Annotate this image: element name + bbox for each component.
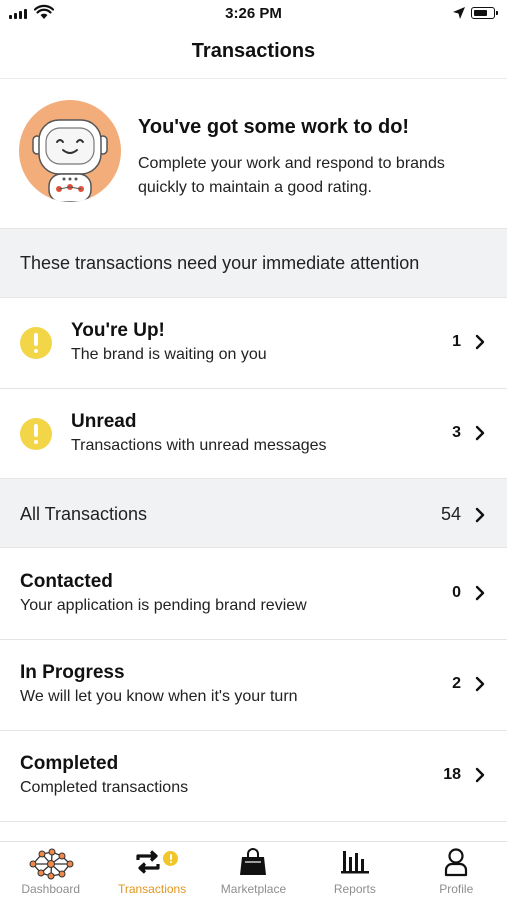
tab-label: Profile <box>439 882 474 896</box>
row-subtitle: We will let you know when it's your turn <box>20 688 298 705</box>
tab-marketplace[interactable]: Marketplace <box>203 842 304 900</box>
row-count: 3 <box>452 424 461 441</box>
chevron-right-icon <box>475 507 485 523</box>
chevron-right-icon <box>475 425 485 441</box>
all-transactions-count: 54 <box>440 504 461 524</box>
person-icon <box>445 848 468 877</box>
warning-icon <box>20 327 52 359</box>
warning-icon <box>20 418 52 450</box>
row-subtitle: Transactions with unread messages <box>71 437 327 454</box>
row-subtitle: The brand is waiting on you <box>71 346 267 363</box>
bar-chart-icon <box>340 851 369 874</box>
chevron-right-icon <box>475 334 485 350</box>
chevron-right-icon <box>475 767 485 783</box>
list-item-completed[interactable]: Completed Completed transactions 18 <box>0 731 507 822</box>
transfer-icon <box>136 850 160 874</box>
tab-reports[interactable]: Reports <box>304 842 405 900</box>
row-title: Unread <box>71 411 137 432</box>
chevron-right-icon <box>475 676 485 692</box>
warning-badge-icon <box>163 851 179 866</box>
row-count: 0 <box>452 584 461 601</box>
row-count: 2 <box>452 675 461 692</box>
network-icon <box>29 848 74 880</box>
list-item-contacted[interactable]: Contacted Your application is pending br… <box>0 549 507 640</box>
attention-section-header: These transactions need your immediate a… <box>0 228 507 298</box>
tab-transactions[interactable]: Transactions <box>101 842 202 900</box>
tab-bar: Dashboard Transactions Marketplace Repor… <box>0 841 507 900</box>
list-item-in-progress[interactable]: In Progress We will let you know when it… <box>0 640 507 731</box>
row-count: 18 <box>443 766 461 783</box>
row-subtitle: Completed transactions <box>20 779 189 796</box>
all-transactions-label: All Transactions <box>20 504 148 524</box>
robot-avatar <box>19 100 121 202</box>
tab-label: Marketplace <box>220 882 287 896</box>
location-arrow-icon <box>453 7 465 19</box>
tab-label: Transactions <box>117 882 187 896</box>
page-title: Transactions <box>191 40 316 62</box>
tab-dashboard[interactable]: Dashboard <box>0 842 101 900</box>
row-count: 1 <box>452 333 461 350</box>
status-time: 3:26 PM <box>225 5 282 22</box>
hero-banner: You've got some work to do! Complete you… <box>0 79 507 228</box>
status-bar: 3:26 PM <box>0 0 507 28</box>
battery-icon <box>471 7 498 19</box>
tab-profile[interactable]: Profile <box>406 842 507 900</box>
tab-label: Dashboard <box>21 882 81 896</box>
attention-header-label: These transactions need your immediate a… <box>20 253 420 273</box>
list-item-youre-up[interactable]: You're Up! The brand is waiting on you 1 <box>0 298 507 389</box>
list-item-unread[interactable]: Unread Transactions with unread messages… <box>0 389 507 480</box>
robot-icon <box>32 119 108 202</box>
chevron-right-icon <box>475 585 485 601</box>
row-subtitle: Your application is pending brand review <box>20 597 307 614</box>
shopping-bag-icon <box>240 848 267 875</box>
hero-description: Complete your work and respond to brands… <box>138 155 445 196</box>
row-title: Completed <box>20 753 119 774</box>
hero-title: You've got some work to do! <box>138 116 410 138</box>
row-title: You're Up! <box>71 320 165 341</box>
all-transactions-header[interactable]: All Transactions 54 <box>0 478 507 548</box>
tab-label: Reports <box>333 882 376 896</box>
row-title: Contacted <box>20 571 113 592</box>
row-title: In Progress <box>20 662 125 683</box>
